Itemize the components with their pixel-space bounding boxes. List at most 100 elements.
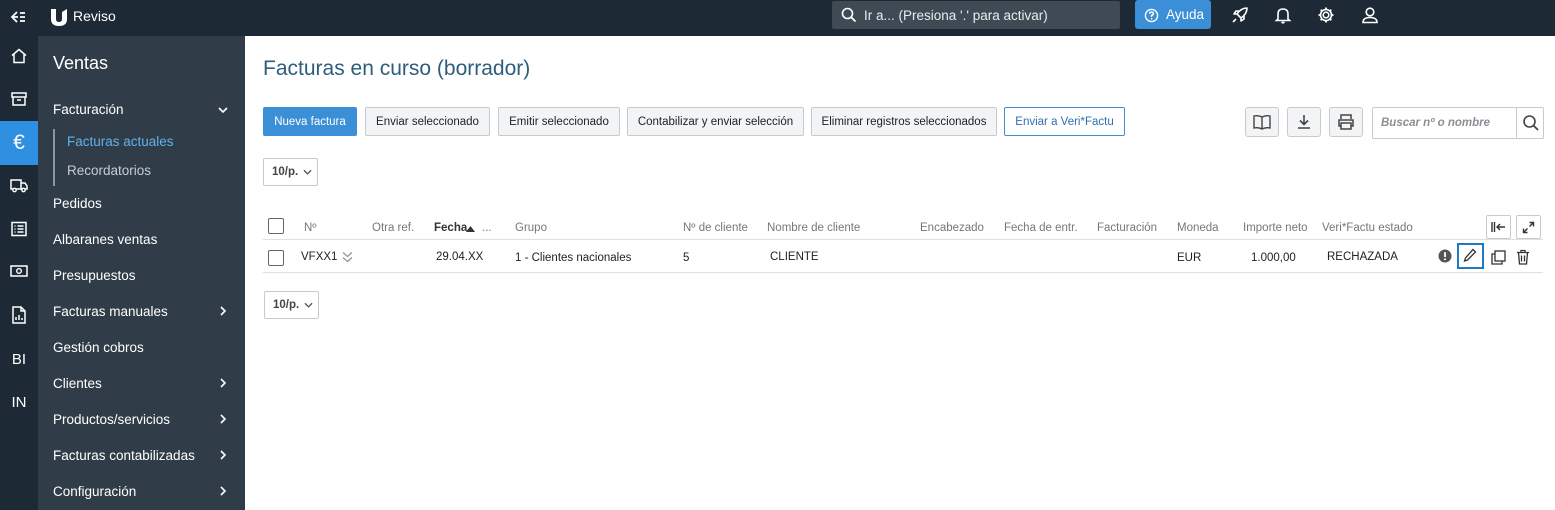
cell-no-cliente: 5 xyxy=(683,252,690,264)
page-title: Facturas en curso (borrador) xyxy=(263,57,531,80)
col-header-importe-neto[interactable]: Importe neto xyxy=(1243,222,1308,234)
chevron-right-icon[interactable] xyxy=(217,413,229,425)
menu-item-facturas-contabilizadas[interactable]: Facturas contabilizadas xyxy=(53,448,195,463)
send-selected-button[interactable]: Enviar seleccionado xyxy=(365,107,490,136)
post-and-send-button[interactable]: Contabilizar y enviar selección xyxy=(627,107,804,136)
select-all-checkbox[interactable] xyxy=(268,218,284,234)
menu-item-productos[interactable]: Productos/servicios xyxy=(53,412,170,427)
module-icon-bar: € BI IN xyxy=(0,36,38,510)
chevron-down-icon xyxy=(303,169,312,175)
col-header-fecha-more[interactable]: ... xyxy=(482,222,492,234)
top-bar: Reviso Ir a... (Presiona '.' para activa… xyxy=(0,0,1555,36)
home-icon[interactable] xyxy=(0,36,38,76)
sort-asc-icon xyxy=(466,226,475,232)
report-icon[interactable] xyxy=(0,295,38,335)
chevron-down-icon[interactable] xyxy=(217,104,229,116)
truck-icon[interactable] xyxy=(0,165,38,205)
expand-table-button[interactable] xyxy=(1516,215,1541,239)
trash-icon xyxy=(1517,249,1529,265)
bell-icon[interactable] xyxy=(1273,5,1293,25)
chevron-right-icon[interactable] xyxy=(217,449,229,461)
col-header-nombre-cliente[interactable]: Nombre de cliente xyxy=(767,222,860,234)
printer-icon xyxy=(1338,114,1354,130)
user-icon[interactable] xyxy=(1360,5,1380,25)
archive-icon[interactable] xyxy=(0,79,38,119)
menu-item-clientes[interactable]: Clientes xyxy=(53,376,102,391)
menu-item-presupuestos[interactable]: Presupuestos xyxy=(53,268,136,283)
new-invoice-button[interactable]: Nueva factura xyxy=(263,107,357,136)
col-header-no-cliente[interactable]: Nº de cliente xyxy=(683,222,748,234)
chevron-down-icon xyxy=(304,302,313,308)
in-module[interactable]: IN xyxy=(0,382,38,422)
download-button[interactable] xyxy=(1287,107,1321,137)
col-header-no[interactable]: Nº xyxy=(304,222,317,234)
rocket-icon[interactable] xyxy=(1230,5,1250,25)
bi-module[interactable]: BI xyxy=(0,339,38,379)
menu-item-gestion-cobros[interactable]: Gestión cobros xyxy=(53,340,144,355)
menu-item-configuracion[interactable]: Configuración xyxy=(53,484,136,499)
collapse-menu-icon[interactable] xyxy=(8,7,28,27)
table-row-divider xyxy=(263,272,1543,273)
cell-verifactu-estado: RECHAZADA xyxy=(1327,251,1398,263)
expand-icon xyxy=(1522,221,1535,233)
search-icon xyxy=(1522,115,1539,131)
edit-button[interactable] xyxy=(1457,243,1484,269)
money-icon[interactable] xyxy=(0,251,38,291)
cell-grupo: 1 - Clientes nacionales xyxy=(515,252,632,264)
book-button[interactable] xyxy=(1245,107,1279,137)
col-header-fecha[interactable]: Fecha xyxy=(434,222,467,234)
delete-selected-button[interactable]: Eliminar registros seleccionados xyxy=(811,107,997,136)
search-submit-button[interactable] xyxy=(1516,108,1544,138)
chevron-right-icon[interactable] xyxy=(217,485,229,497)
col-header-moneda[interactable]: Moneda xyxy=(1177,222,1219,234)
page-size-value: 10/p. xyxy=(273,299,300,311)
col-header-encabezado[interactable]: Encabezado xyxy=(920,222,984,234)
collapse-columns-icon xyxy=(1491,222,1505,232)
chevron-right-icon[interactable] xyxy=(217,305,229,317)
pencil-icon xyxy=(1463,248,1477,263)
search-icon xyxy=(841,7,857,23)
gear-icon[interactable] xyxy=(1316,5,1336,25)
copy-icon xyxy=(1490,249,1506,265)
invoice-search-input[interactable] xyxy=(1373,108,1516,138)
menu-item-albaranes[interactable]: Albaranes ventas xyxy=(53,232,157,247)
row-checkbox[interactable] xyxy=(268,250,284,266)
col-header-otra-ref[interactable]: Otra ref. xyxy=(372,222,414,234)
col-header-grupo[interactable]: Grupo xyxy=(515,222,547,234)
chevron-right-icon[interactable] xyxy=(217,377,229,389)
help-button[interactable]: Ayuda xyxy=(1135,0,1211,29)
print-button[interactable] xyxy=(1329,107,1363,137)
col-header-verifactu-estado[interactable]: Veri*Factu estado xyxy=(1322,222,1413,234)
issue-selected-button[interactable]: Emitir seleccionado xyxy=(498,107,620,136)
submenu-indicator xyxy=(53,129,55,186)
cell-no[interactable]: VFXX1 xyxy=(301,251,337,263)
menu-item-pedidos[interactable]: Pedidos xyxy=(53,196,102,211)
warning-info-icon[interactable] xyxy=(1437,248,1452,263)
menu-item-recordatorios[interactable]: Recordatorios xyxy=(67,163,151,178)
delete-button[interactable] xyxy=(1515,248,1531,265)
page-size-select-top[interactable]: 10/p. xyxy=(263,158,318,186)
page-size-value: 10/p. xyxy=(272,166,299,178)
book-icon xyxy=(1253,114,1271,130)
cell-fecha: 29.04.XX xyxy=(436,251,484,263)
column-collapse-button[interactable] xyxy=(1486,215,1511,239)
col-header-fecha-entr[interactable]: Fecha de entr. xyxy=(1004,222,1078,234)
menu-title: Ventas xyxy=(53,53,109,73)
menu-item-facturacion[interactable]: Facturación xyxy=(53,102,124,117)
question-circle-icon xyxy=(1144,8,1159,23)
menu-item-facturas-actuales[interactable]: Facturas actuales xyxy=(67,134,174,149)
col-header-facturacion[interactable]: Facturación xyxy=(1097,222,1157,234)
menu-item-facturas-manuales[interactable]: Facturas manuales xyxy=(53,304,168,319)
cell-moneda: EUR xyxy=(1177,252,1202,264)
main-content: Facturas en curso (borrador) Nueva factu… xyxy=(245,36,1555,510)
duplicate-button[interactable] xyxy=(1490,249,1506,265)
help-label: Ayuda xyxy=(1166,7,1205,22)
euro-icon[interactable]: € xyxy=(0,121,38,165)
page-size-select-bottom[interactable]: 10/p. xyxy=(264,291,319,319)
send-verifactu-button[interactable]: Enviar a Veri*Factu xyxy=(1004,107,1125,136)
double-chevron-down-icon[interactable] xyxy=(342,251,353,263)
list-icon[interactable] xyxy=(0,209,38,249)
goto-search-field[interactable]: Ir a... (Presiona '.' para activar) xyxy=(832,1,1120,29)
brand-name: Reviso xyxy=(73,8,116,24)
goto-search-text: Ir a... (Presiona '.' para activar) xyxy=(864,8,1048,23)
